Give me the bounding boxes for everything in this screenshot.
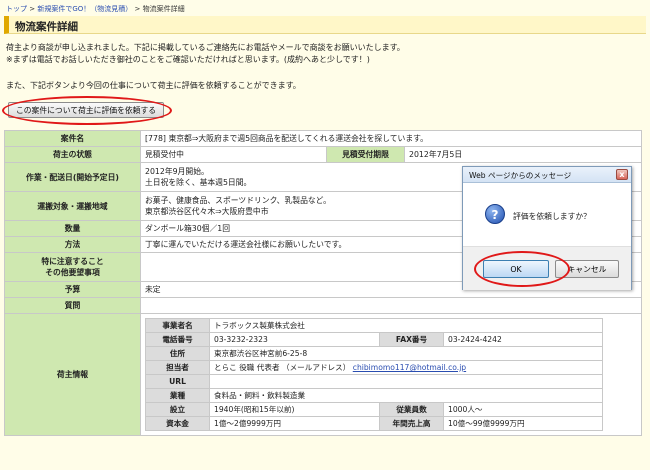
sales-label: 年間売上高 [379, 416, 444, 431]
table-row: 案件名 [778] 東京都⇒大阪府まで週5回商品を配送してくれる運送会社を探して… [4, 130, 642, 147]
deadline-label: 見積受付期限 [326, 146, 405, 163]
fax-label: FAX番号 [379, 332, 444, 347]
notes-label-line: その他要望事項 [45, 268, 100, 277]
question-icon: ? [485, 204, 505, 224]
question-label: 質問 [4, 297, 141, 314]
case-name-label: 案件名 [4, 130, 141, 147]
url-value [209, 374, 603, 389]
table-row: 電話番号 03-3232-2323 FAX番号 03-2424-4242 [145, 332, 603, 347]
cargo-label: 運搬対象・運搬地域 [4, 191, 141, 221]
status-value: 見積受付中 [140, 146, 327, 163]
breadcrumb-separator: > [134, 5, 141, 13]
url-label: URL [145, 374, 210, 389]
phone-value: 03-3232-2323 [209, 332, 380, 347]
dialog-footer: OK キャンセル [463, 246, 631, 290]
request-evaluation-button[interactable]: この案件について荷主に評価を依頼する [8, 102, 164, 118]
breadcrumb-new-case-link[interactable]: 新規案件でGO！（物流見積） [37, 5, 132, 13]
capital-label: 資本金 [145, 416, 210, 431]
sales-value: 10億～99億9999万円 [443, 416, 603, 431]
shipper-info-table: 事業者名 トラボックス製菓株式会社 電話番号 03-3232-2323 FAX番… [145, 318, 603, 431]
deadline-value: 2012年7月5日 [404, 146, 642, 163]
table-row: 担当者 とらこ 役職 代表者 （メールアドレス） chibimomo117@ho… [145, 360, 603, 375]
breadcrumb-separator: > [29, 5, 36, 13]
dialog-message: 評価を依頼しますか？ [513, 212, 591, 221]
breadcrumb-current: 物流案件詳細 [142, 5, 185, 13]
confirm-dialog: Web ページからのメッセージ x ? 評価を依頼しますか？ OK キャンセル [462, 166, 632, 290]
dialog-body: ? 評価を依頼しますか？ [463, 184, 631, 246]
contact-label: 担当者 [145, 360, 210, 375]
founded-value: 1940年(昭和15年以前) [209, 402, 380, 417]
status-label: 荷主の状態 [4, 146, 141, 163]
employees-value: 1000人～ [443, 402, 603, 417]
quantity-label: 数量 [4, 220, 141, 237]
contact-value: とらこ 役職 代表者 （メールアドレス） chibimomo117@hotmai… [209, 360, 603, 375]
table-row: 事業者名 トラボックス製菓株式会社 [145, 318, 603, 333]
table-row: 資本金 1億～2億9999万円 年間売上高 10億～99億9999万円 [145, 416, 603, 431]
case-name-value: [778] 東京都⇒大阪府まで週5回商品を配送してくれる運送会社を探しています。 [140, 130, 642, 147]
company-value: トラボックス製菓株式会社 [209, 318, 603, 333]
notes-label: 特に注意すること その他要望事項 [4, 252, 141, 282]
shipper-info-label: 荷主情報 [4, 313, 141, 436]
close-icon[interactable]: x [616, 169, 628, 180]
method-label: 方法 [4, 236, 141, 253]
table-row: 荷主の状態 見積受付中 見積受付期限 2012年7月5日 [4, 146, 642, 163]
breadcrumb-top-link[interactable]: トップ [6, 5, 27, 13]
page-title: 物流案件詳細 [4, 16, 646, 34]
employees-label: 従業員数 [379, 402, 444, 417]
contact-name: とらこ 役職 代表者 （メールアドレス） [214, 363, 351, 372]
company-label: 事業者名 [145, 318, 210, 333]
intro-line-3: また、下記ボタンより今回の仕事について荷主に評価を依頼することができます。 [6, 81, 301, 90]
intro-line-1: 荷主より商談が申し込まれました。下記に掲載しているご連絡先にお電話やメールで商談… [6, 43, 405, 52]
fax-value: 03-2424-4242 [443, 332, 603, 347]
table-row: 住所 東京都渋谷区神宮前6-25-8 [145, 346, 603, 361]
table-row: 質問 [4, 297, 642, 314]
notes-label-line: 特に注意すること [41, 257, 104, 266]
question-value [140, 297, 642, 314]
table-row: 荷主情報 事業者名 トラボックス製菓株式会社 電話番号 03-3232-2323… [4, 313, 642, 436]
founded-label: 設立 [145, 402, 210, 417]
table-row: 設立 1940年(昭和15年以前) 従業員数 1000人～ [145, 402, 603, 417]
phone-label: 電話番号 [145, 332, 210, 347]
budget-label: 予算 [4, 281, 141, 298]
dialog-title: Web ページからのメッセージ [469, 171, 572, 180]
shipper-info-cell: 事業者名 トラボックス製菓株式会社 電話番号 03-3232-2323 FAX番… [140, 313, 642, 436]
industry-value: 食料品・飼料・飲料製造業 [209, 388, 603, 403]
breadcrumb: トップ > 新規案件でGO！（物流見積） > 物流案件詳細 [6, 4, 185, 14]
intro-line-2: ※まずは電話でお話しいただき御社のことをご確認いただければと思います。(成約へあ… [6, 54, 370, 64]
capital-value: 1億～2億9999万円 [209, 416, 380, 431]
industry-label: 業種 [145, 388, 210, 403]
contact-email-link[interactable]: chibimomo117@hotmail.co.jp [353, 363, 466, 372]
address-label: 住所 [145, 346, 210, 361]
table-row: 業種 食料品・飼料・飲料製造業 [145, 388, 603, 403]
work-period-label: 作業・配送日(開始予定日) [4, 162, 141, 192]
cancel-button[interactable]: キャンセル [555, 260, 619, 278]
intro-text: 荷主より商談が申し込まれました。下記に掲載しているご連絡先にお電話やメールで商談… [6, 42, 405, 65]
address-value: 東京都渋谷区神宮前6-25-8 [209, 346, 603, 361]
ok-button[interactable]: OK [483, 260, 549, 278]
table-row: URL [145, 374, 603, 389]
dialog-title-bar: Web ページからのメッセージ x [463, 167, 631, 183]
